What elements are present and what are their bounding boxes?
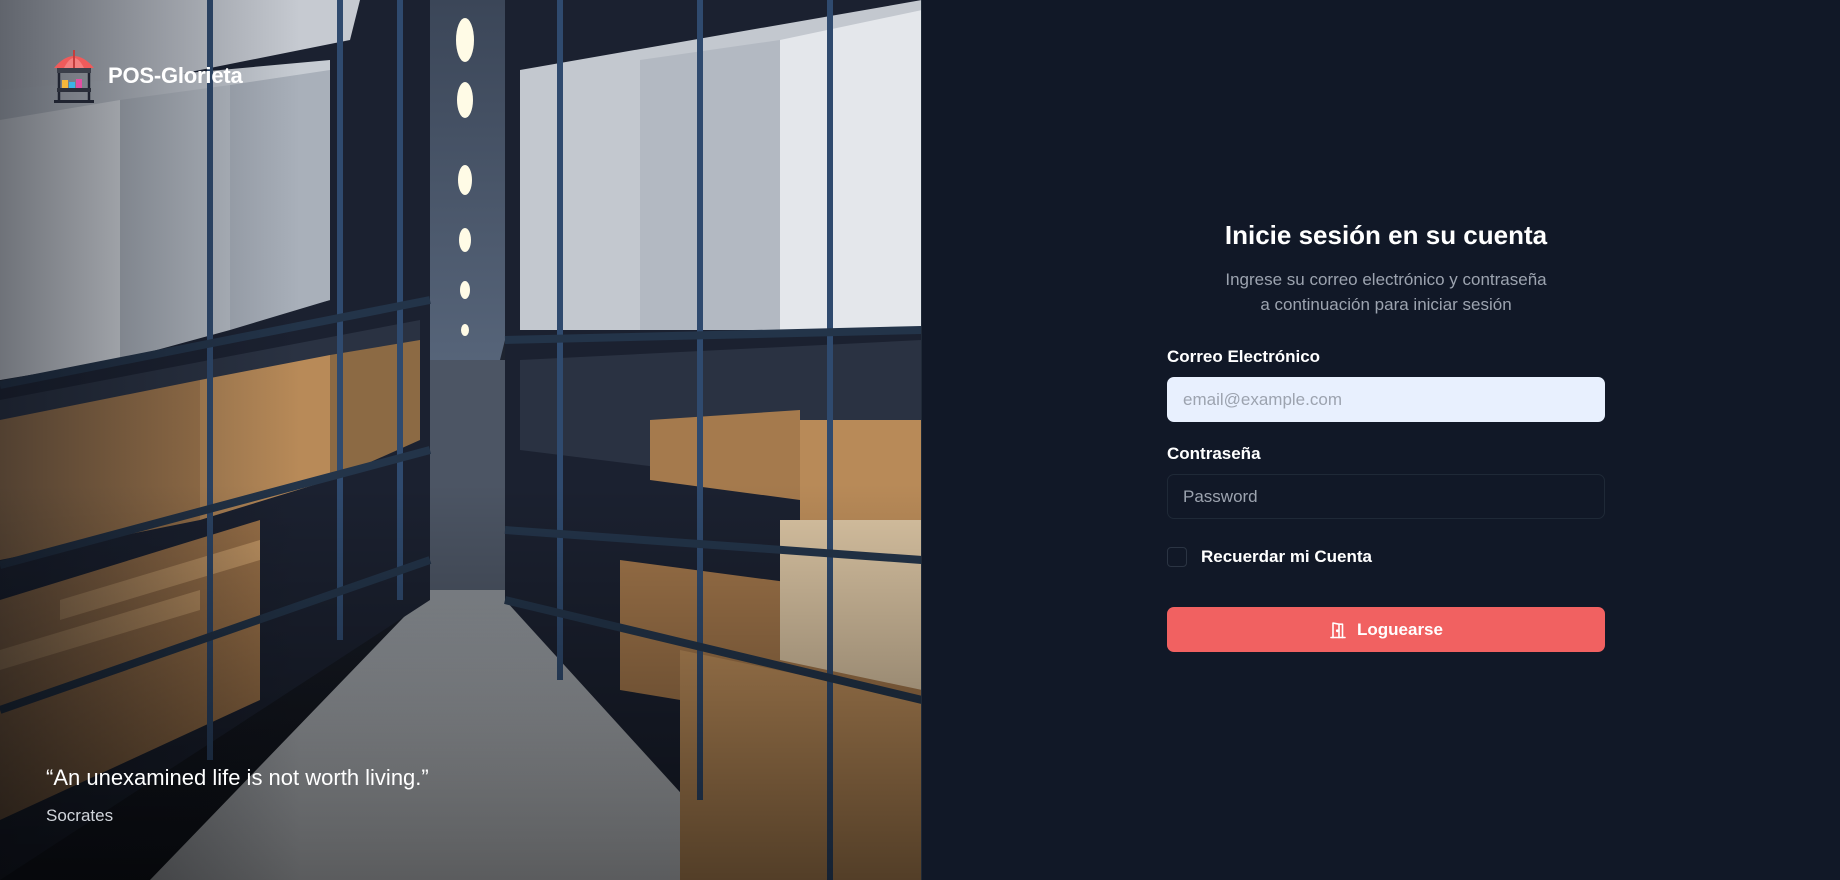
warehouse-aisle-photo	[0, 0, 921, 880]
password-field[interactable]	[1167, 474, 1605, 519]
login-button-label: Loguearse	[1357, 619, 1443, 639]
hero-panel: POS-Glorieta “An unexamined life is not …	[0, 0, 922, 880]
page-title: Inicie sesión en su cuenta	[1224, 220, 1548, 250]
email-field-group: Correo Electrónico	[1167, 347, 1605, 422]
subtitle-line-2: a continuación para iniciar sesión	[1260, 295, 1512, 314]
hero-quote: “An unexamined life is not worth living.…	[46, 762, 606, 826]
quote-author: Socrates	[46, 806, 114, 825]
email-label: Correo Electrónico	[1167, 347, 1321, 366]
kiosk-umbrella-icon	[54, 50, 94, 103]
brand: POS-Glorieta	[48, 46, 243, 106]
remember-label: Recuerdar mi Cuenta	[1201, 547, 1372, 566]
brand-name: POS-Glorieta	[108, 63, 243, 88]
page-subtitle: Ingrese su correo electrónico y contrase…	[1167, 267, 1605, 317]
password-label: Contraseña	[1167, 444, 1261, 463]
quote-text: “An unexamined life is not worth living.…	[46, 765, 429, 790]
login-form: Inicie sesión en su cuenta Ingrese su co…	[1167, 215, 1605, 652]
login-button[interactable]: Loguearse	[1167, 607, 1605, 652]
subtitle-line-1: Ingrese su correo electrónico y contrase…	[1225, 270, 1547, 289]
door-enter-icon	[1330, 621, 1346, 638]
password-field-group: Contraseña	[1167, 444, 1605, 519]
remember-checkbox[interactable]	[1167, 547, 1187, 567]
email-field[interactable]	[1167, 377, 1605, 422]
auth-panel: Inicie sesión en su cuenta Ingrese su co…	[922, 0, 1840, 880]
login-page: POS-Glorieta “An unexamined life is not …	[0, 0, 1840, 880]
remember-me[interactable]: Recuerdar mi Cuenta	[1167, 547, 1605, 567]
